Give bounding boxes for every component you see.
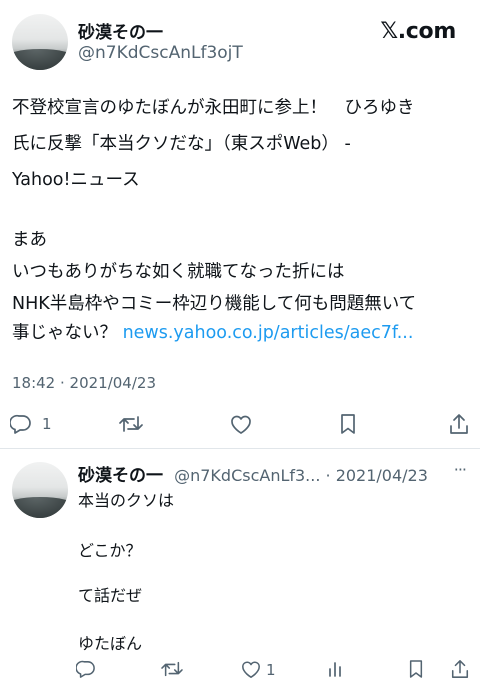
avatar[interactable] [12, 462, 68, 518]
author-handle[interactable]: @n7KdCscAnLf3ojT [78, 43, 243, 63]
views-icon[interactable] [327, 660, 345, 678]
reply-line: て話だぜ [78, 586, 143, 605]
reply-author-name[interactable]: 砂漠その一 [78, 466, 163, 486]
retweet-icon[interactable] [160, 659, 184, 679]
x-logo[interactable]: 𝕏.com [380, 19, 456, 44]
post-line: 不登校宣言のゆたぼんが永田町に参上！ ひろゆき [12, 98, 415, 118]
divider [0, 448, 480, 449]
like-count: 1 [266, 661, 276, 679]
reply-header: 砂漠その一 @n7KdCscAnLf3... · 2021/04/23 [78, 461, 428, 486]
reply-line: ゆたぼん [78, 634, 143, 653]
bookmark-icon[interactable] [408, 659, 424, 679]
reply-line: 本当のクソは [78, 491, 175, 510]
avatar[interactable] [12, 14, 68, 70]
bookmark-icon[interactable] [339, 413, 357, 435]
post-line: まあ [12, 230, 47, 250]
avatar-landscape [12, 48, 68, 70]
reply-line: どこか？ [78, 541, 142, 560]
reply-count: 1 [42, 415, 52, 433]
share-icon[interactable] [448, 412, 470, 436]
reply-icon[interactable] [75, 660, 96, 678]
post-timestamp[interactable]: 18:42 · 2021/04/23 [12, 374, 156, 392]
heart-icon[interactable] [240, 660, 262, 679]
avatar-landscape [12, 496, 68, 518]
heart-icon[interactable] [229, 414, 253, 435]
post-line: 事じゃない？ news.yahoo.co.jp/articles/aec7f..… [12, 319, 413, 344]
article-link[interactable]: news.yahoo.co.jp/articles/aec7f... [123, 323, 414, 343]
share-icon[interactable] [450, 658, 470, 680]
post-line-text: 事じゃない？ [12, 323, 123, 343]
reply-handle-date[interactable]: @n7KdCscAnLf3... · 2021/04/23 [174, 466, 428, 485]
more-icon[interactable]: ··· [454, 460, 467, 479]
post-line: NHK半島枠やコミー枠辺り機能して何も問題無いて [12, 294, 417, 314]
post-line: Yahoo!ニュース [12, 170, 140, 190]
retweet-icon[interactable] [118, 413, 144, 435]
reply-icon[interactable] [9, 414, 32, 434]
post-line: 氏に反撃「本当クソだな」（東スポWeb） - [12, 134, 351, 154]
post-line: いつもありがちな如く就職てなった折には [12, 262, 345, 282]
author-name[interactable]: 砂漠その一 [78, 18, 163, 43]
